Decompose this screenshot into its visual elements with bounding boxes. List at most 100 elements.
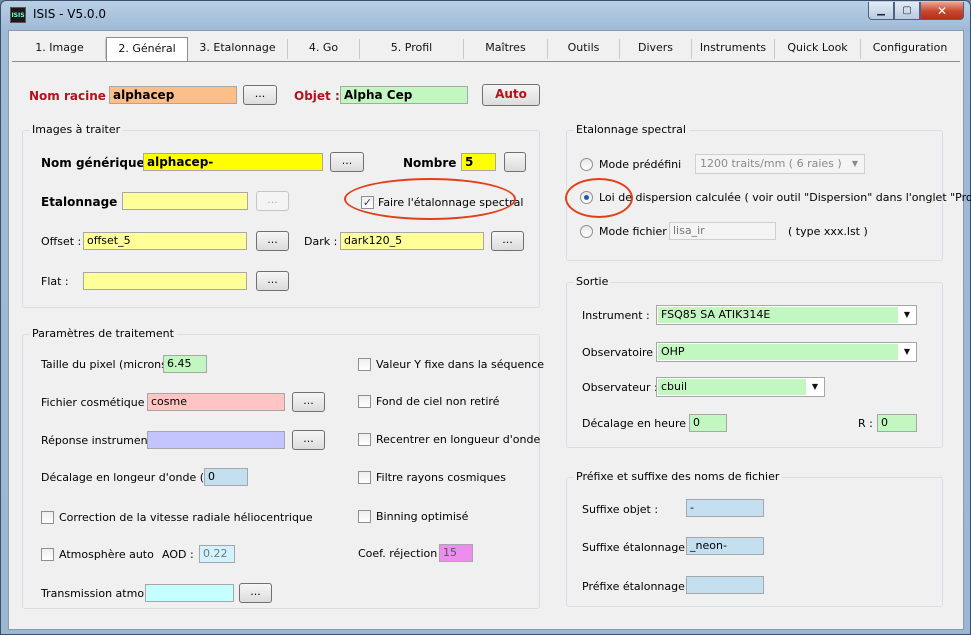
tab-go[interactable]: 4. Go [288,39,360,59]
r-label: R : [858,417,873,430]
objet-input[interactable]: Alpha Cep [340,86,468,104]
offset-input[interactable]: offset_5 [83,232,247,250]
offset-browse-button[interactable]: ... [256,231,289,251]
correction-checkbox[interactable] [41,511,54,524]
mode-predefini-select[interactable]: 1200 traits/mm ( 6 raies ) ▼ [695,154,865,174]
reponse-input[interactable] [147,431,285,449]
correction-label: Correction de la vitesse radiale hélioce… [59,511,313,524]
nom-generique-input[interactable]: alphacep- [143,153,323,171]
tab-profil[interactable]: 5. Profil [360,39,464,59]
instrument-value: FSQ85 SA ATIK314E [658,307,898,323]
coef-label: Coef. réjection : [358,547,445,560]
observatoire-label: Observatoire : [582,346,661,359]
decalage-heure-input[interactable]: 0 [689,414,727,432]
auto-button[interactable]: Auto [482,84,540,106]
prefixe-etal-label: Préfixe étalonnage : [582,580,693,593]
dark-input[interactable]: dark120_5 [340,232,484,250]
faire-etalonnage-checkbox[interactable]: ✓ [361,196,374,209]
tab-outils[interactable]: Outils [548,39,620,59]
transmission-input[interactable] [145,584,234,602]
instrument-label: Instrument : [582,309,650,322]
atmosphere-checkbox[interactable] [41,548,54,561]
nom-racine-browse-button[interactable]: ... [243,85,277,105]
tab-maitres[interactable]: Maîtres [464,39,548,59]
tab-divider [12,61,960,62]
prefixe-etal-input[interactable] [686,576,764,594]
main-panel: 1. Image 2. Général 3. Etalonnage 4. Go … [8,30,971,630]
tab-instruments[interactable]: Instruments [692,39,775,59]
suffixe-objet-input[interactable]: - [686,499,764,517]
binning-label: Binning optimisé [376,510,469,523]
cosmetique-input[interactable]: cosme [147,393,285,411]
mode-fichier-input[interactable]: lisa_ir [669,222,776,240]
mode-fichier-hint: ( type xxx.lst ) [788,225,868,238]
observateur-value: cbuil [658,379,806,395]
fond-ciel-checkbox[interactable] [358,395,371,408]
aod-input[interactable]: 0.22 [199,545,235,563]
observateur-label: Observateur : [582,381,658,394]
tab-strip: 1. Image 2. Général 3. Etalonnage 4. Go … [12,37,960,61]
loi-dispersion-radio[interactable] [580,191,593,204]
mode-predefini-radio[interactable] [580,158,593,171]
atmosphere-label: Atmosphère auto [59,548,154,561]
nombre-label: Nombre : [403,156,466,170]
etalonnage-browse-button[interactable]: ... [256,191,289,211]
observatoire-value: OHP [658,344,898,360]
flat-browse-button[interactable]: ... [256,271,289,291]
chevron-down-icon: ▼ [851,159,859,168]
params-group-title: Paramètres de traitement [29,327,177,340]
dark-label: Dark : [304,235,338,248]
images-group-title: Images à traiter [29,123,124,136]
minimize-button[interactable]: ▁ [868,2,894,20]
filtre-label: Filtre rayons cosmiques [376,471,506,484]
close-button[interactable]: ✕ [920,2,964,20]
reponse-browse-button[interactable]: ... [292,430,325,450]
filtre-checkbox[interactable] [358,471,371,484]
maximize-button[interactable]: ▢ [894,2,920,20]
window-title: ISIS - V5.0.0 [33,7,107,21]
flat-label: Flat : [41,275,69,288]
close-icon: ✕ [936,3,948,18]
faire-etalonnage-label: Faire l'étalonnage spectral [378,196,524,209]
cosmetique-label: Fichier cosmétique : [41,396,152,409]
tab-quick-look[interactable]: Quick Look [775,39,861,59]
valeur-y-checkbox[interactable] [358,358,371,371]
mode-fichier-label: Mode fichier : [599,225,674,238]
dark-browse-button[interactable]: ... [491,231,524,251]
observatoire-select[interactable]: OHP ▼ [656,342,917,362]
nom-racine-label: Nom racine : [29,89,115,103]
title-bar[interactable]: ISIS ISIS - V5.0.0 ▁ ▢ ✕ [1,1,970,29]
reponse-label: Réponse instrument : [41,434,160,447]
tab-configuration[interactable]: Configuration [861,39,959,59]
r-input[interactable]: 0 [877,414,917,432]
nom-generique-label: Nom générique : [41,156,154,170]
recentrer-label: Recentrer en longueur d'onde [376,433,541,446]
loi-dispersion-label: Loi de dispersion calculée ( voir outil … [599,191,971,204]
flat-input[interactable] [83,272,247,290]
nombre-input[interactable]: 5 [461,153,496,171]
binning-checkbox[interactable] [358,510,371,523]
tab-general[interactable]: 2. Général [106,37,188,61]
etalonnage-input[interactable] [122,192,248,210]
cosmetique-browse-button[interactable]: ... [292,392,325,412]
recentrer-checkbox[interactable] [358,433,371,446]
nombre-button[interactable] [504,152,526,172]
tab-divers[interactable]: Divers [620,39,692,59]
chevron-down-icon: ▼ [811,382,819,391]
pixel-input[interactable]: 6.45 [163,355,207,373]
coef-input[interactable]: 15 [439,544,473,562]
nom-generique-browse-button[interactable]: ... [330,152,364,172]
suffixe-etal-input[interactable]: _neon- [686,537,764,555]
instrument-select[interactable]: FSQ85 SA ATIK314E ▼ [656,305,917,325]
observateur-select[interactable]: cbuil ▼ [656,377,825,397]
tab-image[interactable]: 1. Image [14,39,106,59]
valeur-y-label: Valeur Y fixe dans la séquence [376,358,545,371]
nom-racine-input[interactable]: alphacep [109,86,237,104]
tab-etalonnage[interactable]: 3. Etalonnage [188,39,288,59]
mode-fichier-radio[interactable] [580,225,593,238]
fond-ciel-label: Fond de ciel non retiré [376,395,500,408]
transmission-browse-button[interactable]: ... [239,583,272,603]
chevron-down-icon: ▼ [903,310,911,319]
chevron-down-icon: ▼ [903,347,911,356]
decalage-input[interactable]: 0 [204,468,248,486]
